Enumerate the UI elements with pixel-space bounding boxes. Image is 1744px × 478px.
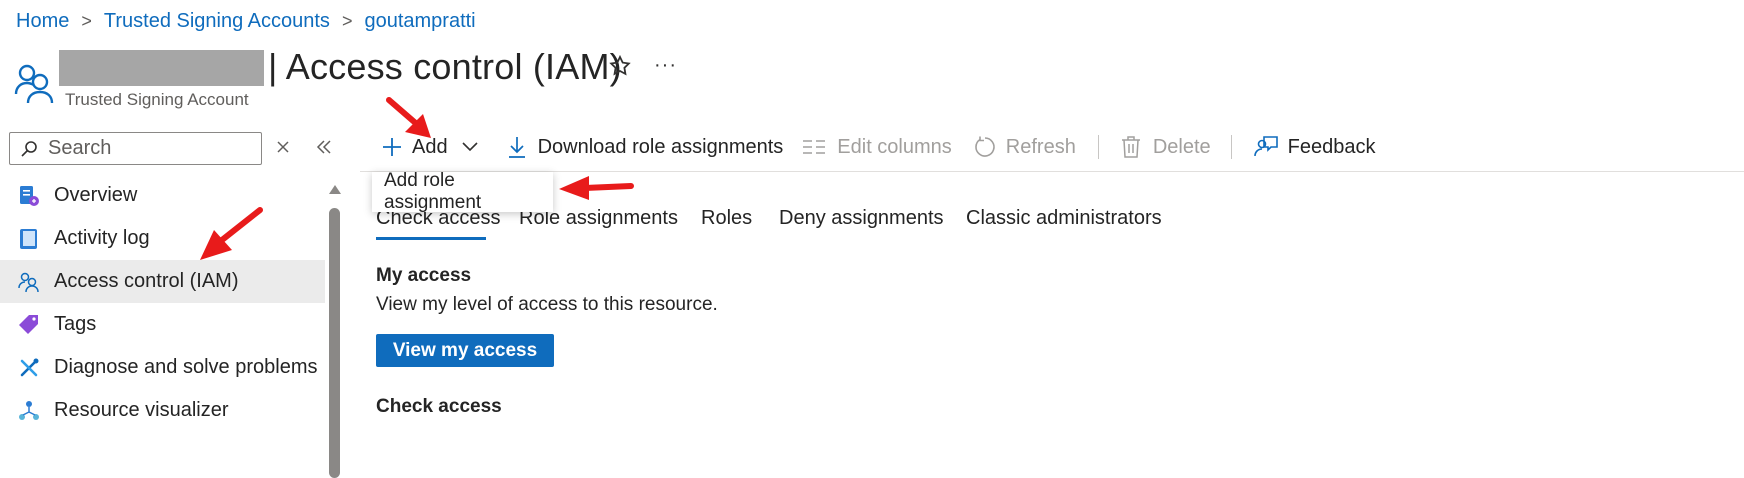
breadcrumb: Home > Trusted Signing Accounts > goutam… bbox=[16, 10, 476, 33]
sidebar-item-label: Access control (IAM) bbox=[54, 270, 239, 292]
redacted-resource-name bbox=[59, 50, 264, 86]
breadcrumb-account[interactable]: goutampratti bbox=[364, 10, 475, 33]
chevron-down-icon bbox=[462, 142, 478, 152]
sidebar-nav: Overview Activity log Access control (IA… bbox=[0, 174, 325, 432]
sidebar-item-diagnose[interactable]: Diagnose and solve problems bbox=[0, 346, 325, 389]
delete-label: Delete bbox=[1152, 135, 1211, 158]
refresh-button[interactable]: Refresh bbox=[974, 136, 1076, 159]
view-my-access-button[interactable]: View my access bbox=[376, 334, 554, 367]
toolbar-divider bbox=[1097, 135, 1099, 159]
sidebar-scrollbar-thumb[interactable] bbox=[329, 208, 340, 478]
command-bar: Add Download role assignments Edit colum… bbox=[382, 132, 1375, 162]
people-icon bbox=[14, 60, 54, 109]
sidebar-search-input[interactable] bbox=[46, 136, 290, 161]
tab-classic-administrators[interactable]: Classic administrators bbox=[966, 207, 1162, 230]
annotation-arrow-add bbox=[386, 97, 431, 138]
sidebar-item-label: Diagnose and solve problems bbox=[54, 356, 318, 378]
breadcrumb-separator: > bbox=[341, 11, 353, 31]
toolbar-divider bbox=[1230, 135, 1232, 159]
sidebar-item-overview[interactable]: Overview bbox=[0, 174, 325, 217]
edit-columns-button[interactable]: Edit columns bbox=[803, 136, 952, 159]
collapse-sidebar-icon[interactable] bbox=[316, 140, 332, 159]
page-title: | Access control (IAM) bbox=[268, 46, 622, 87]
scroll-up-icon[interactable] bbox=[328, 183, 342, 195]
sidebar-scrollbar[interactable] bbox=[328, 182, 342, 478]
search-icon bbox=[20, 140, 38, 158]
sidebar-item-label: Tags bbox=[54, 313, 97, 335]
breadcrumb-separator: > bbox=[81, 11, 92, 31]
refresh-label: Refresh bbox=[1005, 135, 1076, 158]
clear-search-icon[interactable] bbox=[276, 140, 290, 159]
annotation-arrow-access-control bbox=[200, 207, 263, 260]
breadcrumb-trusted-signing-accounts[interactable]: Trusted Signing Accounts bbox=[104, 10, 330, 33]
people-icon bbox=[18, 271, 40, 293]
download-label: Download role assignments bbox=[537, 135, 784, 158]
sidebar-item-resource-visualizer[interactable]: Resource visualizer bbox=[0, 389, 325, 432]
sidebar-item-label: Resource visualizer bbox=[54, 399, 229, 421]
activity-log-icon bbox=[18, 228, 40, 250]
overview-icon bbox=[18, 185, 40, 207]
edit-columns-label: Edit columns bbox=[837, 135, 952, 158]
check-access-heading: Check access bbox=[376, 396, 502, 417]
feedback-icon bbox=[1253, 135, 1278, 159]
feedback-button[interactable]: Feedback bbox=[1253, 135, 1376, 159]
wrench-icon bbox=[18, 357, 40, 379]
active-tab-underline bbox=[376, 237, 486, 240]
add-role-assignment-menu-item[interactable]: Add role assignment bbox=[372, 170, 553, 213]
sidebar-item-tags[interactable]: Tags bbox=[0, 303, 325, 346]
sidebar-item-activity-log[interactable]: Activity log bbox=[0, 217, 325, 260]
download-role-assignments-button[interactable]: Download role assignments bbox=[508, 135, 784, 159]
sidebar-search-box[interactable] bbox=[9, 132, 290, 165]
more-options-icon[interactable]: ··· bbox=[654, 54, 677, 77]
sidebar-item-access-control[interactable]: Access control (IAM) bbox=[0, 260, 325, 303]
columns-icon bbox=[803, 139, 826, 155]
sidebar-item-label: Overview bbox=[54, 184, 138, 206]
annotation-arrow-add-role-assignment bbox=[559, 176, 634, 200]
breadcrumb-home[interactable]: Home bbox=[16, 10, 69, 33]
download-icon bbox=[508, 136, 526, 158]
delete-button[interactable]: Delete bbox=[1121, 136, 1211, 159]
feedback-label: Feedback bbox=[1287, 135, 1376, 158]
my-access-heading: My access bbox=[376, 265, 472, 286]
tab-deny-assignments[interactable]: Deny assignments bbox=[779, 207, 944, 230]
refresh-icon bbox=[974, 136, 996, 158]
page-subtitle: Trusted Signing Account bbox=[65, 90, 249, 109]
my-access-description: View my level of access to this resource… bbox=[376, 294, 718, 315]
tab-roles[interactable]: Roles bbox=[701, 207, 752, 230]
star-icon[interactable] bbox=[608, 54, 632, 84]
visualizer-icon bbox=[18, 400, 40, 422]
add-role-assignment-label: Add role assignment bbox=[384, 170, 482, 213]
tag-icon bbox=[18, 314, 40, 336]
sidebar-item-label: Activity log bbox=[54, 227, 150, 249]
trash-icon bbox=[1121, 136, 1141, 158]
